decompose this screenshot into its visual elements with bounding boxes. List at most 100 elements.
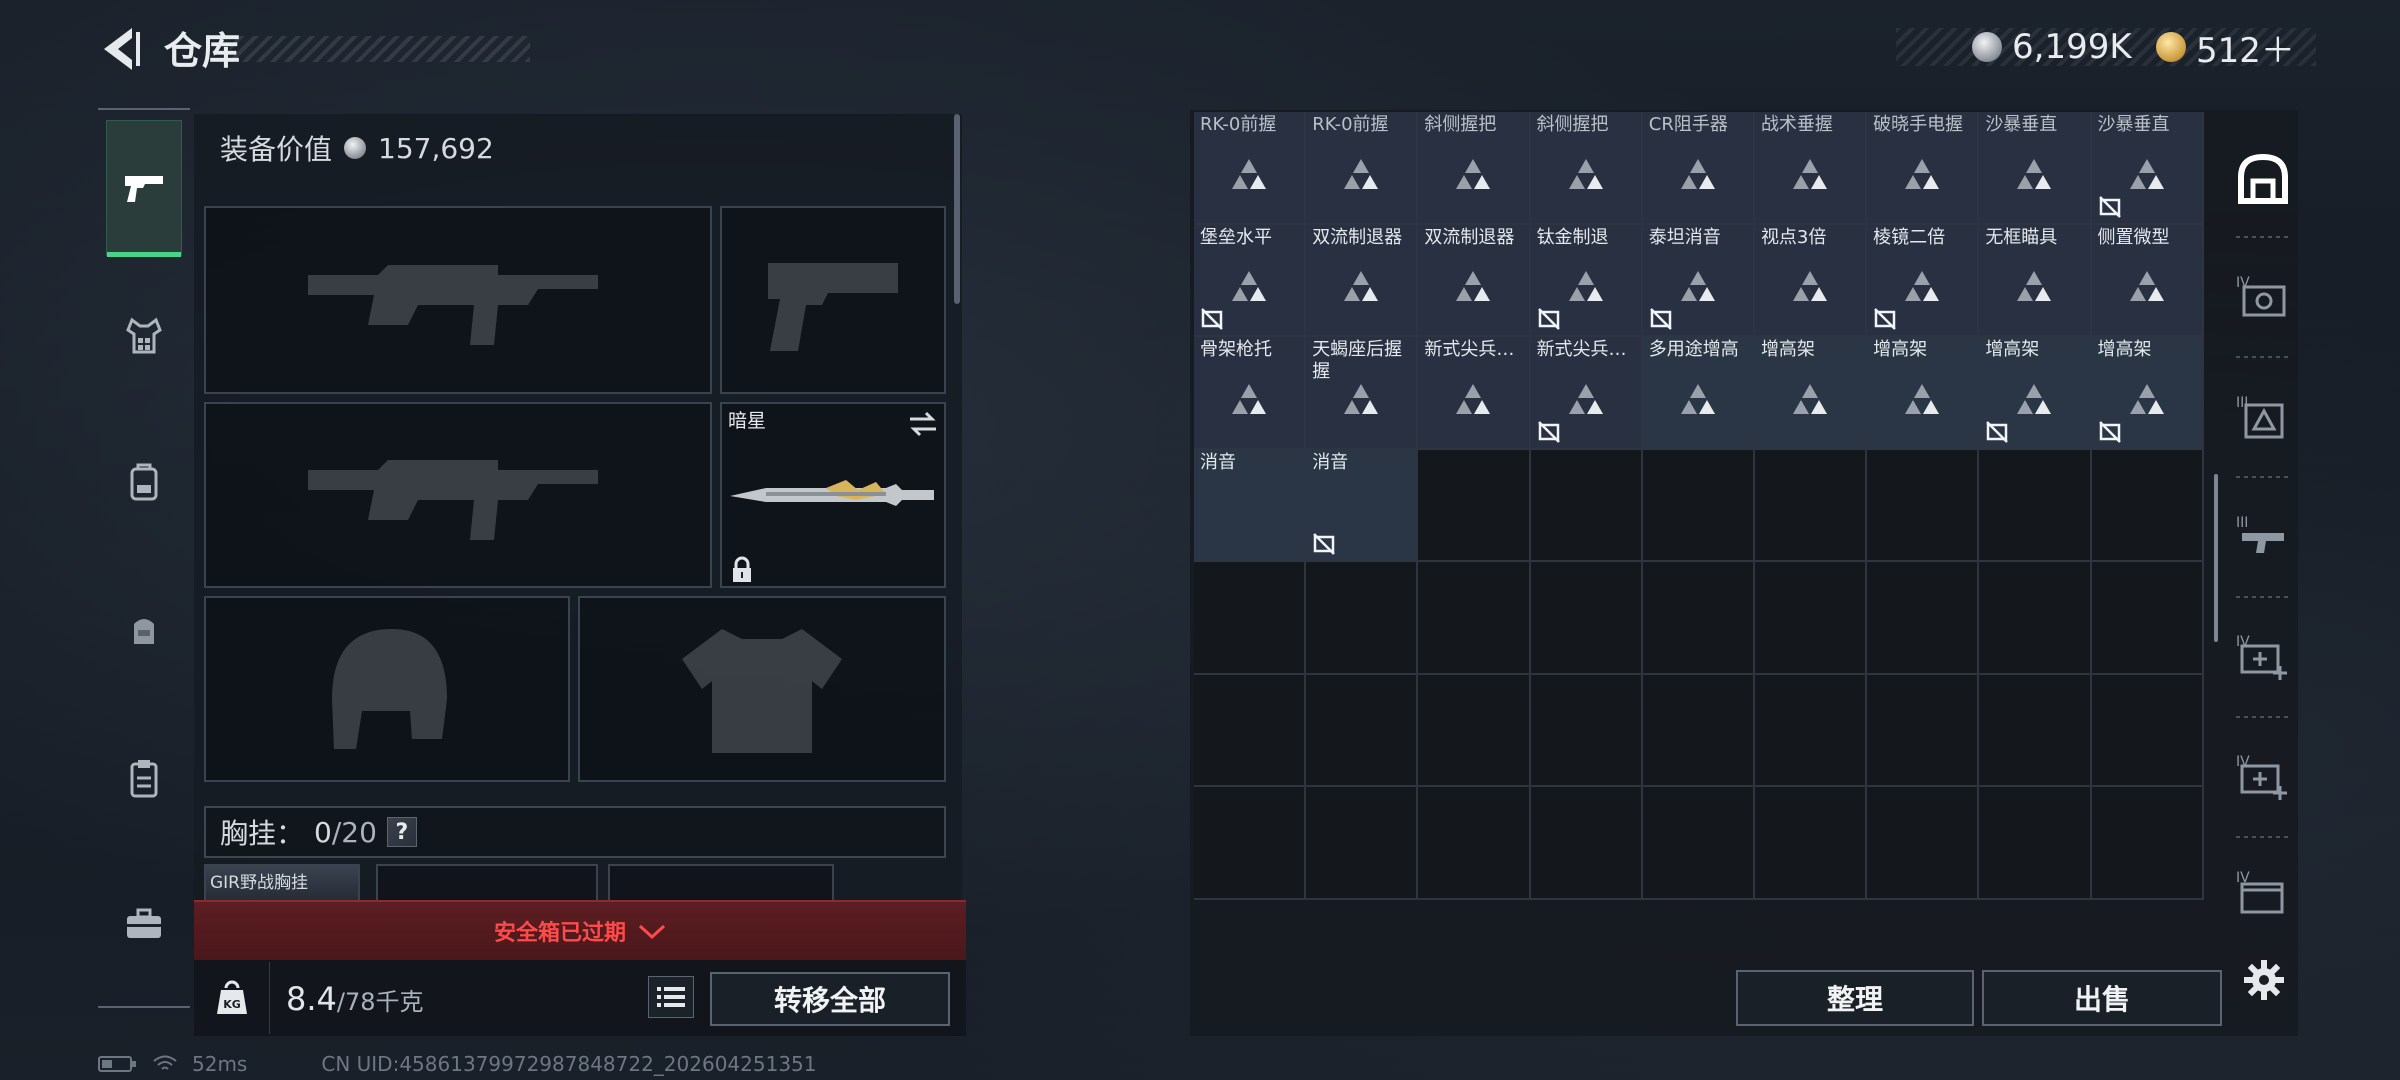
empty-grid-cell[interactable] — [1418, 449, 1531, 562]
transfer-all-button[interactable]: 转移全部 — [710, 972, 950, 1026]
inventory-item[interactable]: 沙暴垂直 — [1979, 112, 2092, 225]
chest-rig-empty-slot[interactable] — [608, 864, 834, 900]
empty-grid-cell[interactable] — [2091, 449, 2204, 562]
empty-grid-cell[interactable] — [1530, 787, 1643, 900]
warehouse-scrollbar[interactable] — [2214, 474, 2218, 642]
category-tier-3-b[interactable]: III — [2232, 506, 2294, 568]
chest-rig-empty-slot[interactable] — [376, 864, 598, 900]
empty-grid-cell[interactable] — [1530, 674, 1643, 787]
category-tier-4-c[interactable]: IV — [2232, 746, 2294, 808]
inventory-item[interactable]: 泰坦消音 — [1642, 224, 1755, 337]
inventory-item[interactable]: 钛金制退 — [1530, 224, 1643, 337]
empty-grid-cell[interactable] — [1867, 449, 1980, 562]
empty-grid-cell[interactable] — [1642, 674, 1755, 787]
empty-grid-cell[interactable] — [2091, 787, 2204, 900]
empty-grid-cell[interactable] — [1979, 449, 2092, 562]
secondary-weapon-slot[interactable] — [204, 402, 712, 588]
chest-rig-item-slot[interactable]: GIR野战胸挂 — [204, 864, 360, 900]
inventory-item[interactable]: 视点3倍 — [1754, 224, 1868, 337]
attachment-icon — [1568, 383, 1603, 414]
category-tier-4-d[interactable]: IV — [2232, 862, 2294, 924]
sidearm-slot[interactable] — [720, 206, 946, 394]
inventory-item[interactable]: 战术垂握 — [1754, 112, 1868, 225]
empty-grid-cell[interactable] — [1530, 562, 1643, 675]
empty-grid-cell[interactable] — [1867, 787, 1980, 900]
gold-currency[interactable]: 512＋ — [2156, 24, 2295, 71]
empty-grid-cell[interactable] — [1642, 449, 1755, 562]
help-icon[interactable]: ? — [386, 817, 417, 847]
melee-slot[interactable]: 暗星 — [720, 402, 946, 588]
inventory-item[interactable]: 增高架 — [1979, 337, 2092, 450]
empty-grid-cell[interactable] — [1306, 562, 1419, 675]
inventory-item[interactable]: 双流制退器 — [1418, 224, 1531, 337]
empty-grid-cell[interactable] — [1867, 562, 1980, 675]
empty-grid-cell[interactable] — [1754, 562, 1868, 675]
empty-grid-cell[interactable] — [1867, 674, 1980, 787]
list-icon — [657, 987, 685, 1007]
inventory-item[interactable]: 斜侧握把 — [1530, 112, 1643, 225]
empty-grid-cell[interactable] — [1194, 674, 1307, 787]
empty-grid-cell[interactable] — [1418, 562, 1531, 675]
inventory-item[interactable]: 骨架枪托 — [1194, 337, 1307, 450]
empty-grid-cell[interactable] — [1306, 674, 1419, 787]
armor-slot[interactable] — [578, 596, 946, 782]
empty-grid-cell[interactable] — [2091, 562, 2204, 675]
empty-grid-cell[interactable] — [1754, 449, 1868, 562]
inventory-item[interactable]: 新式尖兵… — [1418, 337, 1531, 450]
empty-grid-cell[interactable] — [1754, 674, 1868, 787]
inventory-item[interactable]: 多用途增高 — [1642, 337, 1755, 450]
empty-grid-cell[interactable] — [1194, 562, 1307, 675]
list-view-button[interactable] — [648, 976, 694, 1018]
inventory-item[interactable]: 沙暴垂直 — [2091, 112, 2204, 225]
inventory-item[interactable]: 增高架 — [1754, 337, 1868, 450]
empty-grid-cell[interactable] — [1306, 787, 1419, 900]
inventory-item[interactable]: CR阻手器 — [1642, 112, 1755, 225]
empty-grid-cell[interactable] — [2091, 674, 2204, 787]
swap-icon[interactable] — [908, 410, 938, 438]
empty-grid-cell[interactable] — [1754, 787, 1868, 900]
category-all[interactable] — [2232, 148, 2294, 210]
tab-weapons[interactable] — [106, 120, 182, 257]
empty-grid-cell[interactable] — [1979, 562, 2092, 675]
empty-grid-cell[interactable] — [1979, 674, 2092, 787]
inventory-item[interactable]: 消音 — [1194, 449, 1307, 562]
sell-button[interactable]: 出售 — [1982, 970, 2222, 1026]
inventory-item[interactable]: 破晓手电握 — [1867, 112, 1980, 225]
inventory-item[interactable]: 消音 — [1306, 449, 1419, 562]
inventory-item[interactable]: 双流制退器 — [1306, 224, 1419, 337]
settings-button[interactable] — [2236, 952, 2292, 1008]
inventory-item[interactable]: 侧置微型 — [2091, 224, 2204, 337]
empty-grid-cell[interactable] — [1418, 674, 1531, 787]
tab-toolbox[interactable] — [106, 886, 182, 962]
inventory-item[interactable]: 堡垒水平 — [1194, 224, 1307, 337]
category-tier-4-a[interactable]: IV — [2232, 266, 2294, 328]
tab-clipboard[interactable] — [106, 740, 182, 816]
empty-grid-cell[interactable] — [1642, 562, 1755, 675]
weight-button[interactable]: KG — [194, 962, 270, 1034]
helmet-slot[interactable] — [204, 596, 570, 782]
inventory-item[interactable]: RK-0前握 — [1306, 112, 1419, 225]
primary-weapon-slot[interactable] — [204, 206, 712, 394]
inventory-item[interactable]: RK-0前握 — [1194, 112, 1307, 225]
empty-grid-cell[interactable] — [1418, 787, 1531, 900]
inventory-item[interactable]: 增高架 — [2091, 337, 2204, 450]
tab-pouch[interactable] — [106, 592, 182, 668]
inventory-item[interactable]: 天蝎座后握握 — [1306, 337, 1419, 450]
safebox-expired-banner[interactable]: 安全箱已过期 — [194, 900, 966, 960]
sort-button[interactable]: 整理 — [1736, 970, 1974, 1026]
empty-grid-cell[interactable] — [1194, 787, 1307, 900]
equipment-scrollbar[interactable] — [954, 114, 960, 304]
inventory-item[interactable]: 无框瞄具 — [1979, 224, 2092, 337]
tab-backpack[interactable] — [106, 444, 182, 520]
inventory-item[interactable]: 斜侧握把 — [1418, 112, 1531, 225]
inventory-item[interactable]: 新式尖兵… — [1530, 337, 1643, 450]
category-tier-3-a[interactable]: III — [2232, 386, 2294, 448]
inventory-item[interactable]: 增高架 — [1867, 337, 1980, 450]
empty-grid-cell[interactable] — [1979, 787, 2092, 900]
category-tier-4-b[interactable]: IV — [2232, 626, 2294, 688]
empty-grid-cell[interactable] — [1642, 787, 1755, 900]
tab-armor[interactable] — [106, 298, 182, 374]
empty-grid-cell[interactable] — [1530, 449, 1643, 562]
inventory-item[interactable]: 棱镜二倍 — [1867, 224, 1980, 337]
back-button[interactable] — [96, 22, 144, 76]
